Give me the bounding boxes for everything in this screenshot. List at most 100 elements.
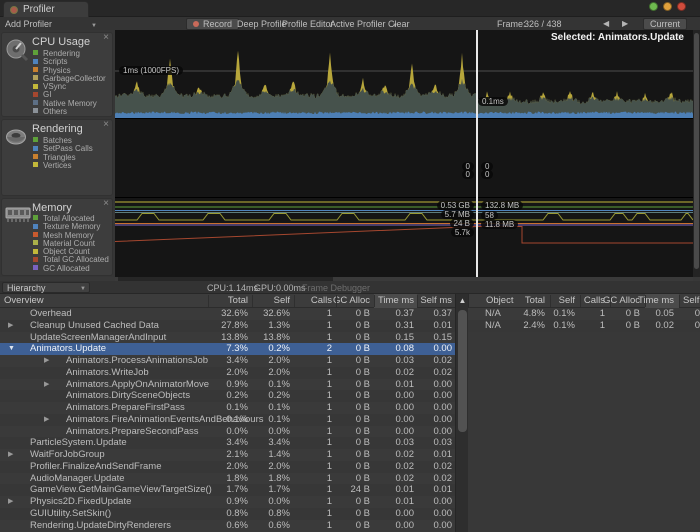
cell-gc: 0 B bbox=[356, 390, 370, 402]
col-header-self-2[interactable]: Self bbox=[683, 294, 699, 307]
foldout-collapsed-icon[interactable]: ▶ bbox=[8, 496, 13, 508]
cell-gc: 0 B bbox=[356, 379, 370, 391]
cpu-usage-chart[interactable]: 1ms (1000FPS) 0.1ms Selected: Animators.… bbox=[115, 30, 693, 118]
col-header-time-ms[interactable]: Time ms bbox=[378, 294, 414, 307]
memory-chart[interactable]: 0.53 GB 132.8 MB 5.7 MB 58 24 B 11.8 MB … bbox=[115, 197, 693, 277]
cell-calls: 1 bbox=[327, 355, 332, 367]
cell-gc: 0 B bbox=[626, 320, 640, 332]
chart-area[interactable]: 1ms (1000FPS) 0.1ms Selected: Animators.… bbox=[115, 30, 693, 277]
col-header-self[interactable]: Self bbox=[559, 294, 575, 307]
window-button-red[interactable] bbox=[677, 2, 686, 11]
cell-selfms: 0.37 bbox=[434, 308, 453, 320]
cell-calls: 1 bbox=[327, 426, 332, 438]
cell-total: 0.9% bbox=[226, 379, 248, 391]
object-row[interactable]: N/A4.8%0.1%10 B0.050.0 bbox=[468, 308, 700, 320]
table-row[interactable]: ▶Cleanup Unused Cached Data27.8%1.3%10 B… bbox=[0, 320, 455, 332]
overview-table-scrollbar[interactable]: ▲ bbox=[455, 294, 468, 532]
legend-item-vertices[interactable]: Vertices bbox=[33, 162, 93, 170]
table-row[interactable]: ▶Animators.FireAnimationEventsAndBehavio… bbox=[0, 414, 455, 426]
record-label: Record bbox=[203, 19, 232, 29]
add-profiler-dropdown[interactable]: Add Profiler ▼ bbox=[5, 19, 52, 29]
object-row[interactable]: N/A2.4%0.1%10 B0.020.0 bbox=[468, 320, 700, 332]
cell-selfms: 0.00 bbox=[434, 343, 453, 355]
table-row[interactable]: Animators.PrepareFirstPass0.1%0.1%10 B0.… bbox=[0, 402, 455, 414]
cell-total: 2.0% bbox=[226, 461, 248, 473]
table-row[interactable]: ▶Physics2D.FixedUpdate0.9%0.0%10 B0.010.… bbox=[0, 496, 455, 508]
table-row[interactable]: Profiler.FinalizeAndSendFrame2.0%2.0%10 … bbox=[0, 461, 455, 473]
table-row[interactable]: Animators.WriteJob2.0%2.0%10 B0.020.02 bbox=[0, 367, 455, 379]
table-row[interactable]: UpdateScreenManagerAndInput13.8%13.8%10 … bbox=[0, 332, 455, 344]
foldout-collapsed-icon[interactable]: ▶ bbox=[44, 379, 49, 391]
clear-button[interactable]: Clear bbox=[388, 19, 410, 29]
current-frame-button[interactable]: Current bbox=[643, 18, 687, 30]
col-header-self[interactable]: Self bbox=[274, 294, 290, 307]
foldout-expanded-icon[interactable]: ▼ bbox=[8, 343, 15, 355]
col-header-total[interactable]: Total bbox=[525, 294, 545, 307]
close-icon[interactable]: × bbox=[103, 199, 109, 209]
cell-self: 1.7% bbox=[268, 484, 290, 496]
close-icon[interactable]: × bbox=[103, 33, 109, 43]
tab-profiler[interactable]: Profiler bbox=[3, 1, 89, 17]
table-row[interactable]: ParticleSystem.Update3.4%3.4%10 B0.030.0… bbox=[0, 437, 455, 449]
memory-module[interactable]: Memory × Total AllocatedTexture MemoryMe… bbox=[1, 198, 113, 276]
next-frame-button[interactable]: ▶ bbox=[622, 19, 628, 28]
table-row[interactable]: AudioManager.Update1.8%1.8%10 B0.020.02 bbox=[0, 473, 455, 485]
table-row[interactable]: GUIUtility.SetSkin()0.8%0.8%10 B0.000.00 bbox=[0, 508, 455, 520]
table-row[interactable]: ▶WaitForJobGroup2.1%1.4%10 B0.020.01 bbox=[0, 449, 455, 461]
window-button-green[interactable] bbox=[649, 2, 658, 11]
col-header-gc-alloc[interactable]: GC Alloc bbox=[603, 294, 640, 307]
cell-time: 0.01 bbox=[396, 496, 415, 508]
col-header-gc-alloc[interactable]: GC Alloc bbox=[333, 294, 370, 307]
cell-self: 0.1% bbox=[553, 320, 575, 332]
legend-item-gc-allocated[interactable]: GC Allocated bbox=[33, 265, 109, 273]
view-mode-dropdown[interactable]: Hierarchy ▼ bbox=[2, 282, 90, 293]
deep-profile-button[interactable]: Deep Profile bbox=[237, 19, 287, 29]
profile-editor-button[interactable]: Profile Editor bbox=[282, 19, 334, 29]
table-row[interactable]: ▼Animators.Update7.3%0.2%20 B0.080.00 bbox=[0, 343, 455, 355]
rendering-module[interactable]: Rendering × BatchesSetPass CallsTriangle… bbox=[1, 119, 113, 196]
col-header-time-ms[interactable]: Time ms bbox=[638, 294, 674, 307]
cell-total: 27.8% bbox=[221, 320, 248, 332]
col-header-self-ms[interactable]: Self ms bbox=[420, 294, 452, 307]
table-row[interactable]: ▶Animators.ApplyOnAnimatorMove0.9%0.1%10… bbox=[0, 379, 455, 391]
table-row[interactable]: Rendering.UpdateDirtyRenderers0.6%0.6%10… bbox=[0, 520, 455, 532]
cpu-usage-module[interactable]: CPU Usage × RenderingScriptsPhysicsGarba… bbox=[1, 32, 113, 117]
col-header-calls[interactable]: Calls bbox=[584, 294, 605, 307]
current-frame-line[interactable] bbox=[476, 30, 478, 277]
record-button[interactable]: Record bbox=[186, 18, 239, 30]
table-row[interactable]: Animators.DirtySceneObjects0.2%0.2%10 B0… bbox=[0, 390, 455, 402]
frame-value-pill: 24 B bbox=[450, 219, 474, 228]
cell-self: 0.1% bbox=[268, 402, 290, 414]
gpu-time-stat: GPU:0.00ms bbox=[254, 283, 306, 293]
cell-total: 2.1% bbox=[226, 449, 248, 461]
scrollbar-thumb[interactable] bbox=[694, 33, 699, 269]
foldout-collapsed-icon[interactable]: ▶ bbox=[8, 449, 13, 461]
foldout-collapsed-icon[interactable]: ▶ bbox=[44, 414, 49, 426]
foldout-collapsed-icon[interactable]: ▶ bbox=[8, 320, 13, 332]
window-button-orange[interactable] bbox=[663, 2, 672, 11]
rendering-chart[interactable]: 0 0 0 0 bbox=[115, 118, 693, 197]
chart-vertical-scrollbar[interactable] bbox=[693, 30, 700, 277]
legend-item-others[interactable]: Others bbox=[33, 108, 106, 116]
frame-debugger-button[interactable]: Frame Debugger bbox=[302, 283, 370, 293]
profiler-tab-icon bbox=[10, 6, 18, 14]
col-header-total[interactable]: Total bbox=[228, 294, 248, 307]
table-row[interactable]: GameView.GetMainGameViewTargetSize()1.7%… bbox=[0, 484, 455, 496]
col-header-object[interactable]: Object bbox=[486, 294, 513, 307]
cell-total: 3.4% bbox=[226, 437, 248, 449]
cell-time: 0.08 bbox=[396, 343, 415, 355]
module-title: CPU Usage bbox=[32, 36, 90, 48]
legend-swatch bbox=[33, 240, 38, 245]
foldout-collapsed-icon[interactable]: ▶ bbox=[44, 355, 49, 367]
col-header-overview[interactable]: Overview bbox=[4, 294, 44, 307]
col-header-calls[interactable]: Calls bbox=[311, 294, 332, 307]
close-icon[interactable]: × bbox=[103, 120, 109, 130]
table-row[interactable]: ▶Animators.ProcessAnimationsJob3.4%2.0%1… bbox=[0, 355, 455, 367]
frame-time-marker: 0.1ms bbox=[478, 97, 508, 106]
scrollbar-thumb[interactable] bbox=[458, 310, 467, 432]
cell-total: 2.0% bbox=[226, 367, 248, 379]
table-row[interactable]: Overhead32.6%32.6%10 B0.370.37 bbox=[0, 308, 455, 320]
prev-frame-button[interactable]: ◀ bbox=[603, 19, 609, 28]
table-row[interactable]: Animators.PrepareSecondPass0.0%0.0%10 B0… bbox=[0, 426, 455, 438]
cell-time: 0.00 bbox=[396, 520, 415, 532]
